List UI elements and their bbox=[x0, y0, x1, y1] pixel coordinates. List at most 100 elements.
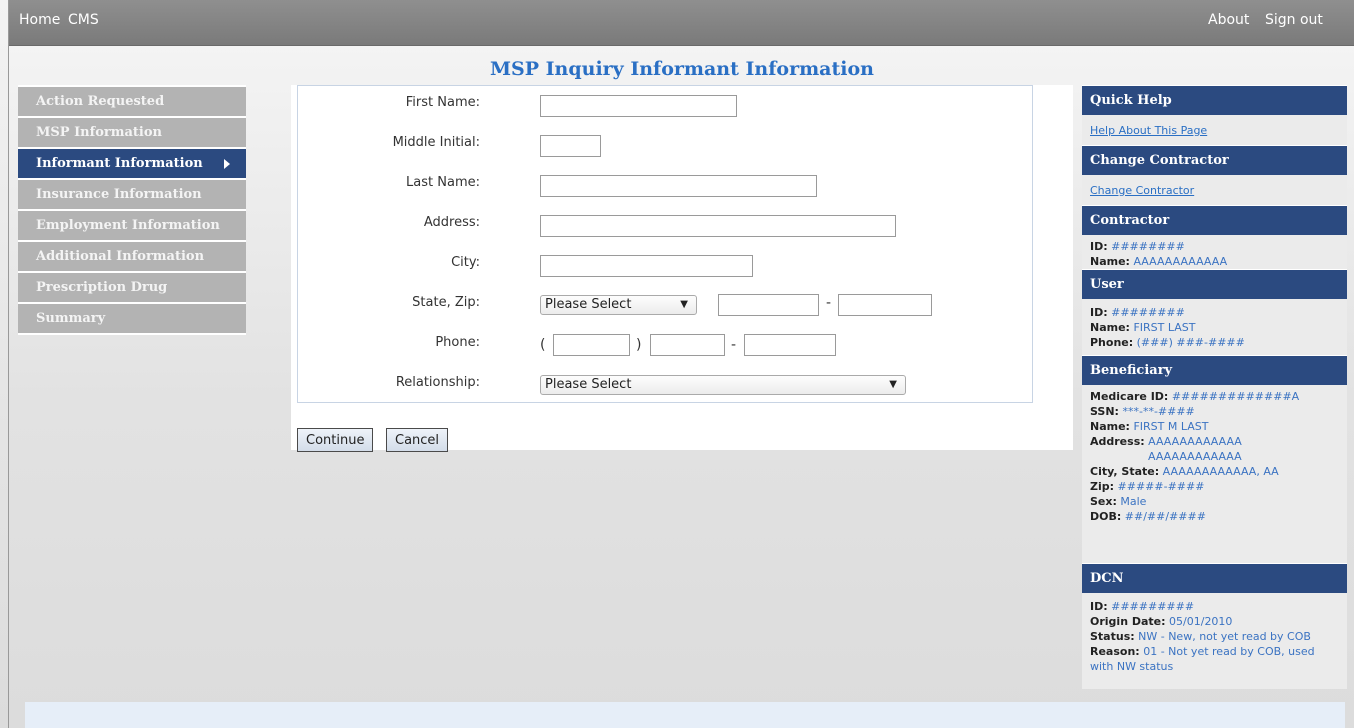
nav-cms-link[interactable]: CMS bbox=[68, 12, 99, 28]
right-sidebar: Quick Help Help About This Page Change C… bbox=[1082, 85, 1347, 689]
phone-close-paren: ) bbox=[636, 337, 642, 353]
zip4-input[interactable] bbox=[838, 294, 932, 316]
address-line2-row: AAAAAAAAAAAA bbox=[1090, 449, 1339, 464]
phone-label: Phone: bbox=[435, 335, 480, 350]
medicare-id-row: Medicare ID: #############A bbox=[1090, 389, 1339, 404]
city-label: City: bbox=[451, 255, 480, 270]
user-id-value: ######## bbox=[1111, 306, 1185, 319]
phone-separator: - bbox=[731, 337, 737, 353]
last-name-label: Last Name: bbox=[406, 175, 480, 190]
dcn-header: DCN bbox=[1082, 563, 1347, 593]
menu-item-label: Insurance Information bbox=[36, 187, 202, 202]
city-state-row: City, State: AAAAAAAAAAAA, AA bbox=[1090, 464, 1339, 479]
user-phone-value: (###) ###-#### bbox=[1136, 336, 1245, 349]
zip-separator: - bbox=[826, 295, 832, 311]
zip-row: Zip: #####-#### bbox=[1090, 479, 1339, 494]
menu-item-additional-information[interactable]: Additional Information bbox=[18, 240, 246, 271]
relationship-select[interactable]: Please Select ▼ bbox=[540, 375, 906, 395]
field-label: ID: bbox=[1090, 240, 1108, 253]
menu-item-action-requested[interactable]: Action Requested bbox=[18, 85, 246, 116]
change-contractor-header: Change Contractor bbox=[1082, 145, 1347, 175]
contractor-id-row: ID: ######## bbox=[1090, 239, 1339, 254]
city-state-value: AAAAAAAAAAAA, AA bbox=[1162, 465, 1279, 478]
left-nav-menu: Action Requested MSP Information Informa… bbox=[18, 85, 246, 335]
address-line1-value: AAAAAAAAAAAA bbox=[1148, 435, 1242, 448]
reason-row: Reason: 01 - Not yet read by COB, used w… bbox=[1090, 644, 1339, 674]
contractor-body: ID: ######## Name: AAAAAAAAAAAA bbox=[1082, 235, 1347, 269]
dcn-id-value: ######### bbox=[1111, 600, 1195, 613]
change-contractor-body: Change Contractor bbox=[1082, 175, 1347, 205]
address-line2-value: AAAAAAAAAAAA bbox=[1148, 450, 1242, 463]
first-name-input[interactable] bbox=[540, 95, 737, 117]
caret-down-icon: ▼ bbox=[680, 299, 688, 310]
quick-help-body: Help About This Page bbox=[1082, 115, 1347, 145]
menu-item-label: Informant Information bbox=[36, 156, 203, 171]
zip-value: #####-#### bbox=[1117, 480, 1205, 493]
address-label: Address: bbox=[423, 215, 480, 230]
field-label: Name: bbox=[1090, 321, 1130, 334]
status-value: NW - New, not yet read by COB bbox=[1138, 630, 1311, 643]
nav-home-link[interactable]: Home bbox=[19, 12, 60, 28]
sex-row: Sex: Male bbox=[1090, 494, 1339, 509]
menu-item-prescription-drug[interactable]: Prescription Drug bbox=[18, 271, 246, 302]
relationship-label: Relationship: bbox=[395, 375, 480, 390]
state-select[interactable]: Please Select ▼ bbox=[540, 295, 697, 315]
continue-button[interactable]: Continue bbox=[297, 428, 374, 452]
middle-initial-label: Middle Initial: bbox=[392, 135, 480, 150]
user-header: User bbox=[1082, 269, 1347, 299]
menu-item-label: Action Requested bbox=[36, 94, 165, 109]
beneficiary-name-row: Name: FIRST M LAST bbox=[1090, 419, 1339, 434]
dcn-body: ID: ######### Origin Date: 05/01/2010 St… bbox=[1082, 593, 1347, 689]
user-phone-row: Phone: (###) ###-#### bbox=[1090, 335, 1339, 350]
page-title: MSP Inquiry Informant Information bbox=[490, 58, 874, 80]
caret-down-icon: ▼ bbox=[889, 379, 897, 390]
user-name-value: FIRST LAST bbox=[1133, 321, 1196, 334]
field-label: SSN: bbox=[1090, 405, 1119, 418]
menu-item-employment-information[interactable]: Employment Information bbox=[18, 209, 246, 240]
arrow-right-icon bbox=[224, 159, 230, 169]
address-input[interactable] bbox=[540, 215, 896, 237]
field-label: Reason: bbox=[1090, 645, 1140, 658]
user-body: ID: ######## Name: FIRST LAST Phone: (##… bbox=[1082, 299, 1347, 355]
beneficiary-name-value: FIRST M LAST bbox=[1133, 420, 1209, 433]
sex-value: Male bbox=[1120, 495, 1147, 508]
menu-item-msp-information[interactable]: MSP Information bbox=[18, 116, 246, 147]
cancel-button[interactable]: Cancel bbox=[386, 428, 449, 452]
phone-prefix-input[interactable] bbox=[650, 334, 725, 356]
form-panel: First Name: Middle Initial: Last Name: A… bbox=[291, 85, 1073, 452]
field-label: City, State: bbox=[1090, 465, 1160, 478]
menu-item-insurance-information[interactable]: Insurance Information bbox=[18, 178, 246, 209]
beneficiary-header: Beneficiary bbox=[1082, 355, 1347, 385]
medicare-id-value: #############A bbox=[1171, 390, 1300, 403]
menu-item-informant-information[interactable]: Informant Information bbox=[18, 147, 246, 178]
field-label: ID: bbox=[1090, 306, 1108, 319]
ssn-value: ***-**-#### bbox=[1122, 405, 1195, 418]
informant-form: First Name: Middle Initial: Last Name: A… bbox=[297, 85, 1033, 403]
ssn-row: SSN: ***-**-#### bbox=[1090, 404, 1339, 419]
menu-item-summary[interactable]: Summary bbox=[18, 302, 246, 333]
user-name-row: Name: FIRST LAST bbox=[1090, 320, 1339, 335]
user-id-row: ID: ######## bbox=[1090, 305, 1339, 320]
nav-signout-link[interactable]: Sign out bbox=[1265, 12, 1323, 28]
origin-date-row: Origin Date: 05/01/2010 bbox=[1090, 614, 1339, 629]
field-label: Zip: bbox=[1090, 480, 1115, 493]
address-row: Address: AAAAAAAAAAAA bbox=[1090, 434, 1339, 449]
nav-about-link[interactable]: About bbox=[1208, 12, 1249, 28]
change-contractor-link[interactable]: Change Contractor bbox=[1090, 184, 1194, 197]
dcn-id-row: ID: ######### bbox=[1090, 599, 1339, 614]
menu-item-label: Prescription Drug bbox=[36, 280, 168, 295]
phone-area-input[interactable] bbox=[553, 334, 630, 356]
first-name-label: First Name: bbox=[405, 95, 480, 110]
footer-bar bbox=[25, 702, 1345, 728]
zip5-input[interactable] bbox=[718, 294, 819, 316]
help-about-page-link[interactable]: Help About This Page bbox=[1090, 124, 1207, 137]
relationship-select-value: Please Select bbox=[545, 377, 632, 392]
field-label: Origin Date: bbox=[1090, 615, 1166, 628]
phone-line-input[interactable] bbox=[744, 334, 836, 356]
middle-initial-input[interactable] bbox=[540, 135, 601, 157]
status-row: Status: NW - New, not yet read by COB bbox=[1090, 629, 1339, 644]
last-name-input[interactable] bbox=[540, 175, 817, 197]
dob-value: ##/##/#### bbox=[1124, 510, 1206, 523]
menu-item-label: Employment Information bbox=[36, 218, 220, 233]
city-input[interactable] bbox=[540, 255, 753, 277]
